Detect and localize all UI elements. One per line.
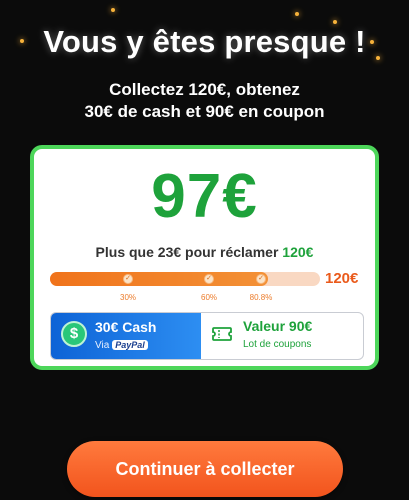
ticket-icon [212, 327, 232, 341]
milestone-check-icon: ✓ [204, 274, 214, 284]
milestone-label: 30% [119, 293, 137, 302]
subtitle-line-1: Collectez 120€, obtenez [109, 80, 300, 99]
paypal-logo: PayPal [112, 340, 148, 350]
milestone-label: 80.8% [249, 293, 273, 302]
milestone-check-icon: ✓ [256, 274, 266, 284]
page-title: Vous y êtes presque ! [43, 24, 366, 59]
subtitle: Collectez 120€, obtenez 30€ de cash et 9… [0, 79, 409, 123]
sparkle-decoration [111, 8, 115, 12]
coupon-sublabel: Lot de coupons [243, 339, 312, 350]
remaining-label: Plus que 23€ pour réclamer [95, 244, 279, 260]
remaining-target: 120€ [282, 244, 314, 260]
progress-fill [50, 272, 269, 286]
collected-amount: 97€ [151, 162, 258, 231]
subtitle-line-2: 30€ de cash et 90€ en coupon [84, 102, 325, 121]
goal-amount: 120€ [325, 270, 359, 287]
milestone-label: 60% [200, 293, 218, 302]
sparkle-decoration [295, 12, 299, 16]
remaining-text: Plus que 23€ pour réclamer 120€ [34, 244, 375, 260]
cash-reward: $ 30€ Cash Via PayPal [51, 313, 201, 359]
coin-dollar-icon: $ [61, 321, 87, 347]
continue-collecting-button[interactable]: Continuer à collecter [67, 441, 343, 497]
progress-card: 97€ Plus que 23€ pour réclamer 120€ ✓ ✓ … [30, 145, 379, 370]
milestone-check-icon: ✓ [123, 274, 133, 284]
reward-breakdown: $ 30€ Cash Via PayPal Valeur 90€ Lot de c… [50, 312, 364, 360]
via-label: Via [95, 340, 110, 351]
coupon-label: Valeur 90€ [243, 318, 313, 334]
coupon-reward: Valeur 90€ Lot de coupons [201, 313, 363, 359]
cash-label: 30€ Cash [95, 319, 157, 335]
cash-via: Via PayPal [95, 340, 148, 351]
progress-bar: ✓ ✓ ✓ [50, 272, 320, 286]
